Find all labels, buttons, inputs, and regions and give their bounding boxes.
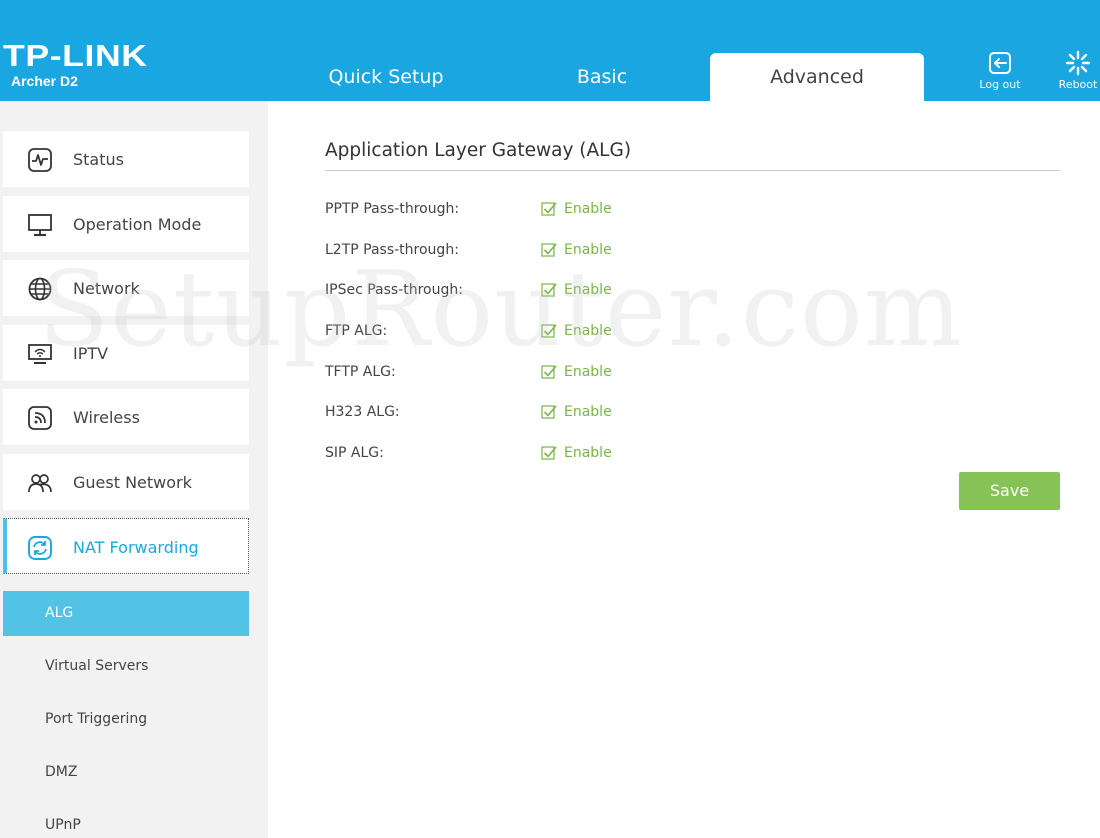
tab-advanced[interactable]: Advanced: [710, 53, 924, 101]
logout-label: Log out: [979, 78, 1021, 91]
reboot-icon: [1065, 50, 1091, 76]
enable-label[interactable]: Enable: [564, 320, 612, 342]
enable-checkbox[interactable]: [541, 404, 557, 420]
row-label: TFTP ALG:: [325, 364, 396, 380]
sidebar-item-nat-forwarding[interactable]: NAT Forwarding: [3, 518, 249, 574]
logout-icon: [989, 52, 1011, 74]
status-icon: [28, 148, 52, 172]
enable-checkbox[interactable]: [541, 323, 557, 339]
guest-icon: [28, 474, 52, 493]
sidebar-item-guest-network[interactable]: Guest Network: [3, 454, 249, 510]
nat-icon: [28, 536, 52, 560]
sidebar: Status Operation Mode Network IPTV Wirel…: [0, 101, 268, 838]
row-label: L2TP Pass-through:: [325, 242, 459, 258]
row-label: FTP ALG:: [325, 323, 388, 339]
reboot-button[interactable]: Reboot: [1048, 50, 1100, 91]
sidebar-item-status[interactable]: Status: [3, 131, 249, 187]
monitor-icon: [28, 214, 52, 237]
enable-checkbox[interactable]: [541, 364, 557, 380]
tab-quick-setup[interactable]: Quick Setup: [279, 53, 493, 101]
enable-checkbox[interactable]: [541, 282, 557, 298]
tab-basic[interactable]: Basic: [495, 53, 709, 101]
sidebar-item-operation-mode[interactable]: Operation Mode: [3, 196, 249, 252]
enable-checkbox[interactable]: [541, 201, 557, 217]
sidebar-item-network[interactable]: Network: [3, 260, 249, 316]
sidebar-item-label: Operation Mode: [73, 215, 202, 234]
page-title: Application Layer Gateway (ALG): [325, 140, 632, 161]
sidebar-item-wireless[interactable]: Wireless: [3, 389, 249, 445]
row-label: H323 ALG:: [325, 404, 400, 420]
row-label: IPSec Pass-through:: [325, 282, 463, 298]
row-label: PPTP Pass-through:: [325, 201, 460, 217]
enable-label[interactable]: Enable: [564, 361, 612, 383]
sidebar-item-iptv[interactable]: IPTV: [3, 325, 249, 381]
title-divider: [325, 170, 1060, 171]
sidebar-item-label: IPTV: [73, 344, 109, 363]
wireless-icon: [28, 406, 52, 430]
save-button[interactable]: Save: [959, 472, 1060, 510]
brand-logo: TP-LINK: [3, 38, 148, 73]
sidebar-subitem-dmz[interactable]: DMZ: [3, 750, 249, 795]
model-name: Archer D2: [11, 73, 78, 89]
enable-label[interactable]: Enable: [564, 401, 612, 423]
sidebar-subitem-alg[interactable]: ALG: [3, 591, 249, 636]
enable-label[interactable]: Enable: [564, 279, 612, 301]
globe-icon: [28, 277, 52, 301]
sidebar-item-label: Status: [73, 150, 124, 169]
enable-label[interactable]: Enable: [564, 239, 612, 261]
sidebar-item-label: Network: [73, 279, 140, 298]
sidebar-subitem-virtual-servers[interactable]: Virtual Servers: [3, 644, 249, 689]
enable-checkbox[interactable]: [541, 445, 557, 461]
enable-label[interactable]: Enable: [564, 442, 612, 464]
reboot-label: Reboot: [1058, 78, 1098, 91]
sidebar-item-label: NAT Forwarding: [73, 538, 199, 557]
sidebar-subitem-upnp[interactable]: UPnP: [3, 803, 249, 838]
top-header: TP-LINK Archer D2 Quick Setup Basic Adva…: [0, 0, 1100, 101]
iptv-icon: [28, 344, 52, 364]
enable-checkbox[interactable]: [541, 242, 557, 258]
sidebar-subitem-port-triggering[interactable]: Port Triggering: [3, 697, 249, 742]
logout-button[interactable]: Log out: [970, 50, 1030, 91]
row-label: SIP ALG:: [325, 445, 384, 461]
sidebar-item-label: Wireless: [73, 408, 140, 427]
enable-label[interactable]: Enable: [564, 198, 612, 220]
sidebar-item-label: Guest Network: [73, 473, 192, 492]
